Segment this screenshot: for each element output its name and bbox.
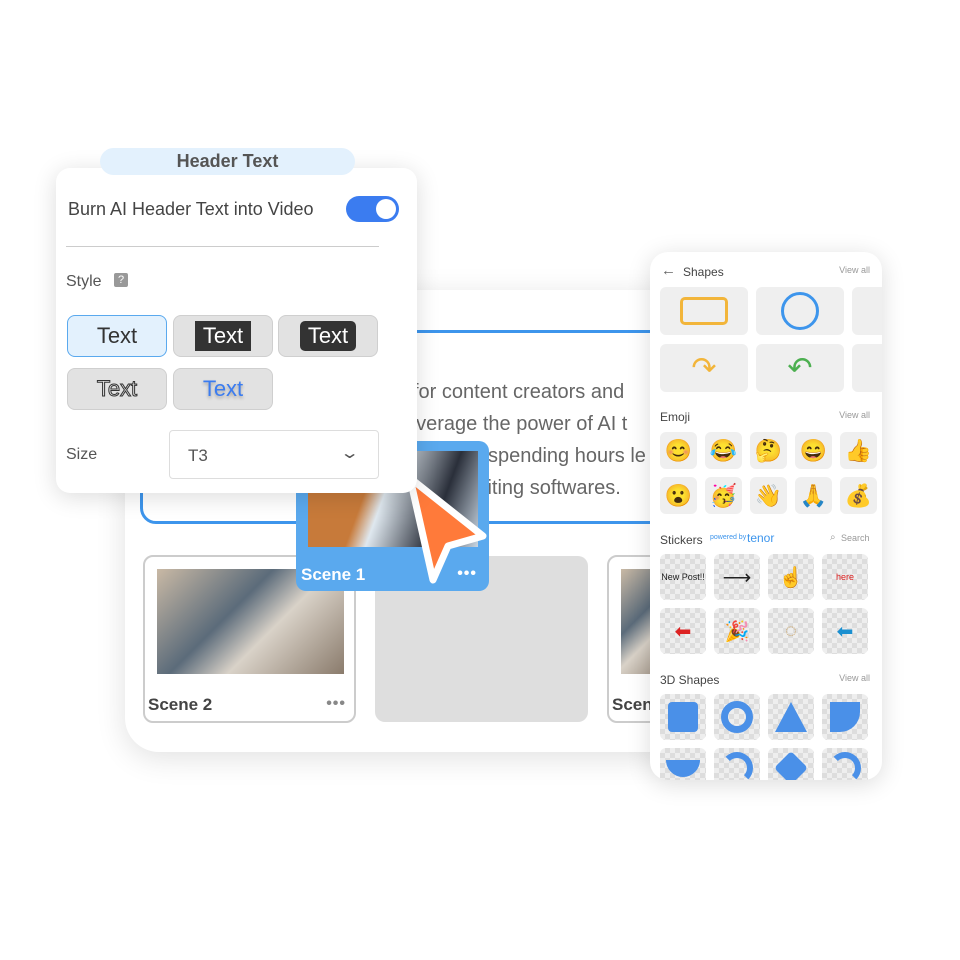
sticker-item[interactable]: ⟶ xyxy=(714,554,760,600)
shape-curved-arrow[interactable]: ↷ xyxy=(660,344,748,392)
back-arrow-icon[interactable]: ← xyxy=(661,262,676,279)
sticker-item[interactable]: New Post!! xyxy=(660,554,706,600)
shape-return-arrow[interactable]: ↶ xyxy=(756,344,844,392)
elements-panel: ← Shapes View all ↷ ↶ Emoji View all 😊 😂 🤔… xyxy=(650,252,882,780)
emoji-title: Emoji xyxy=(660,410,691,424)
chevron-down-icon: ⌄ xyxy=(339,445,360,462)
size-select[interactable]: T3 ⌄ xyxy=(169,430,379,479)
style-text: Text xyxy=(202,376,244,401)
emoji-item[interactable]: 😊 xyxy=(660,432,697,469)
text-line: liting softwares. xyxy=(483,477,621,499)
divider xyxy=(66,246,379,247)
style-text: Text xyxy=(96,376,138,402)
3d-hemisphere[interactable] xyxy=(660,748,706,780)
3d-half-cylinder[interactable] xyxy=(822,694,868,740)
header-text-panel: Burn AI Header Text into Video Style ? T… xyxy=(56,168,417,493)
style-text: Text xyxy=(299,321,357,351)
sticker-item[interactable]: ☝ xyxy=(768,554,814,600)
style-label: Style xyxy=(66,273,102,290)
help-icon[interactable]: ? xyxy=(114,273,128,287)
burn-header-label: Burn AI Header Text into Video xyxy=(68,199,314,219)
style-option-dark-rounded[interactable]: Text xyxy=(278,315,378,357)
sticker-item[interactable]: ◌ xyxy=(768,608,814,654)
header-text-pill: Header Text xyxy=(100,148,355,175)
3d-shapes-title: 3D Shapes xyxy=(660,673,720,687)
size-value: T3 xyxy=(188,446,208,465)
style-option-plain[interactable]: Text xyxy=(67,315,167,357)
emoji-item[interactable]: 😮 xyxy=(660,477,697,514)
emoji-view-all[interactable]: View all xyxy=(839,410,870,420)
emoji-item[interactable]: 🙏 xyxy=(795,477,832,514)
text-line: spending hours le xyxy=(488,445,646,467)
more-options-button[interactable]: ••• xyxy=(326,695,346,713)
shapes-title: Shapes xyxy=(683,265,724,279)
3d-shapes-view-all[interactable]: View all xyxy=(839,673,870,683)
size-label: Size xyxy=(66,446,98,463)
style-option-blue-shadow[interactable]: Text xyxy=(173,368,273,410)
text-line: everage the power of AI t xyxy=(405,413,628,435)
emoji-item[interactable]: 😄 xyxy=(795,432,832,469)
sticker-item[interactable]: here xyxy=(822,554,868,600)
style-text: Text xyxy=(194,321,252,351)
scene-label: Scene 1 xyxy=(301,565,366,584)
shape-circle[interactable] xyxy=(756,287,844,335)
3d-arc[interactable] xyxy=(714,748,760,780)
emoji-item[interactable]: 💰 xyxy=(840,477,877,514)
shape-rectangle[interactable] xyxy=(660,287,748,335)
style-option-dark-box[interactable]: Text xyxy=(173,315,273,357)
burn-header-toggle[interactable] xyxy=(346,196,399,222)
emoji-item[interactable]: 👋 xyxy=(750,477,787,514)
3d-polyhedron[interactable] xyxy=(768,748,814,780)
powered-by: powered by xyxy=(710,534,747,541)
sticker-search[interactable]: Search xyxy=(841,533,870,543)
emoji-item[interactable]: 🤔 xyxy=(750,432,787,469)
text-line: for content creators and xyxy=(413,381,625,403)
3d-ring-arc[interactable] xyxy=(822,748,868,780)
3d-cone[interactable] xyxy=(768,694,814,740)
sticker-item[interactable]: ⬅ xyxy=(660,608,706,654)
scene-label: Scene 2 xyxy=(148,695,213,714)
emoji-item[interactable]: 👍 xyxy=(840,432,877,469)
shape-tile[interactable] xyxy=(852,344,882,392)
emoji-item[interactable]: 🥳 xyxy=(705,477,742,514)
sticker-item[interactable]: ⬅ xyxy=(822,608,868,654)
emoji-item[interactable]: 😂 xyxy=(705,432,742,469)
tenor-logo: tenor xyxy=(747,531,775,545)
style-text: Text xyxy=(96,323,138,348)
search-icon[interactable]: ⌕ xyxy=(830,532,836,543)
3d-cube[interactable] xyxy=(660,694,706,740)
stickers-title: Stickers xyxy=(660,533,703,547)
scene-label: Scen xyxy=(612,695,653,714)
shapes-view-all[interactable]: View all xyxy=(839,265,870,275)
shape-tile[interactable] xyxy=(852,287,882,335)
sticker-item[interactable]: 🎉 xyxy=(714,608,760,654)
style-option-outline[interactable]: Text xyxy=(67,368,167,410)
3d-torus[interactable] xyxy=(714,694,760,740)
